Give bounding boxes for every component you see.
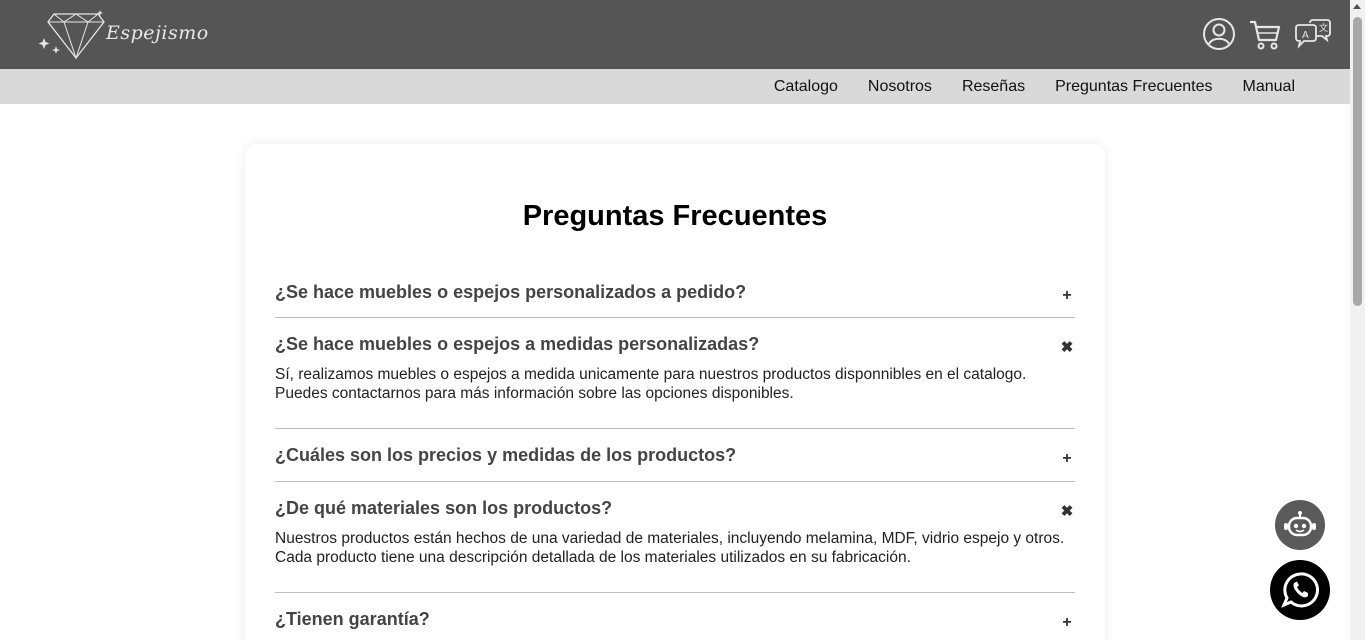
faq-answer-line: Nuestros productos están hechos de una v… (275, 530, 1065, 547)
close-icon[interactable]: ✖ (1060, 339, 1074, 356)
nav-item-preguntas-frecuentes[interactable]: Preguntas Frecuentes (1055, 78, 1212, 96)
faq-item: ¿De qué materiales son los productos? ✖ … (275, 482, 1075, 593)
chatbot-button[interactable] (1275, 500, 1325, 550)
close-icon[interactable]: ✖ (1060, 503, 1074, 520)
faq-item: ¿Se hace muebles o espejos a medidas per… (275, 318, 1075, 429)
faq-question-toggle[interactable]: ¿Cuáles son los precios y medidas de los… (275, 429, 1075, 467)
page-scrollbar[interactable] (1350, 0, 1365, 640)
scroll-up-arrow-icon[interactable] (1353, 4, 1361, 9)
translate-icon: A 文 (1295, 19, 1331, 49)
faq-list: ¿Se hace muebles o espejos personalizado… (275, 269, 1075, 640)
language-button[interactable]: A 文 (1294, 17, 1332, 51)
diamond-logo-icon (38, 10, 105, 60)
faq-question-toggle[interactable]: ¿De qué materiales son los productos? ✖ (275, 482, 1075, 520)
robot-icon (1284, 511, 1316, 537)
whatsapp-button[interactable] (1270, 560, 1330, 620)
nav-links: Catalogo Nosotros Reseñas Preguntas Frec… (774, 69, 1295, 104)
svg-text:文: 文 (1319, 22, 1328, 34)
site-logo[interactable]: Espejismo (36, 8, 208, 60)
faq-question: ¿Se hace muebles o espejos a medidas per… (275, 334, 760, 354)
faq-answer: Nuestros productos están hechos de una v… (275, 529, 1075, 567)
whatsapp-icon (1281, 572, 1319, 608)
faq-answer-line: Puedes contactarnos para más información… (275, 385, 794, 402)
plus-icon[interactable]: + (1060, 614, 1074, 631)
user-circle-icon (1203, 18, 1235, 50)
cart-button[interactable] (1248, 17, 1282, 51)
main-nav: Catalogo Nosotros Reseñas Preguntas Frec… (0, 69, 1350, 104)
nav-item-resenas[interactable]: Reseñas (962, 78, 1025, 96)
faq-answer-line: Sí, realizamos muebles o espejos a medid… (275, 366, 1027, 383)
user-account-button[interactable] (1202, 17, 1236, 51)
faq-card: Preguntas Frecuentes ¿Se hace muebles o … (245, 144, 1105, 640)
faq-question-toggle[interactable]: ¿Tienen garantía? + (275, 593, 1075, 631)
plus-icon[interactable]: + (1060, 287, 1074, 304)
header-actions: A 文 (1202, 17, 1332, 51)
faq-answer-line: Cada producto tiene una descripción deta… (275, 549, 911, 566)
top-header: Espejismo A 文 (0, 0, 1350, 69)
faq-item: ¿Se hace muebles o espejos personalizado… (275, 269, 1075, 318)
faq-question: ¿Cuáles son los precios y medidas de los… (275, 445, 737, 465)
cart-icon (1250, 20, 1281, 50)
svg-text:A: A (1302, 30, 1309, 41)
scrollbar-thumb[interactable] (1353, 17, 1362, 306)
faq-item: ¿Tienen garantía? + (275, 593, 1075, 640)
logo-text: Espejismo (106, 22, 209, 44)
nav-item-catalogo[interactable]: Catalogo (774, 78, 838, 96)
faq-question: ¿De qué materiales son los productos? (275, 498, 613, 518)
nav-item-manual[interactable]: Manual (1243, 78, 1295, 96)
faq-question: ¿Se hace muebles o espejos personalizado… (275, 282, 747, 302)
faq-question: ¿Tienen garantía? (275, 609, 430, 629)
faq-item: ¿Cuáles son los precios y medidas de los… (275, 429, 1075, 482)
page-title: Preguntas Frecuentes (522, 200, 828, 232)
faq-answer: Sí, realizamos muebles o espejos a medid… (275, 365, 1075, 403)
nav-item-nosotros[interactable]: Nosotros (868, 78, 932, 96)
plus-icon[interactable]: + (1060, 450, 1074, 467)
faq-question-toggle[interactable]: ¿Se hace muebles o espejos personalizado… (275, 269, 1075, 304)
faq-question-toggle[interactable]: ¿Se hace muebles o espejos a medidas per… (275, 318, 1075, 356)
